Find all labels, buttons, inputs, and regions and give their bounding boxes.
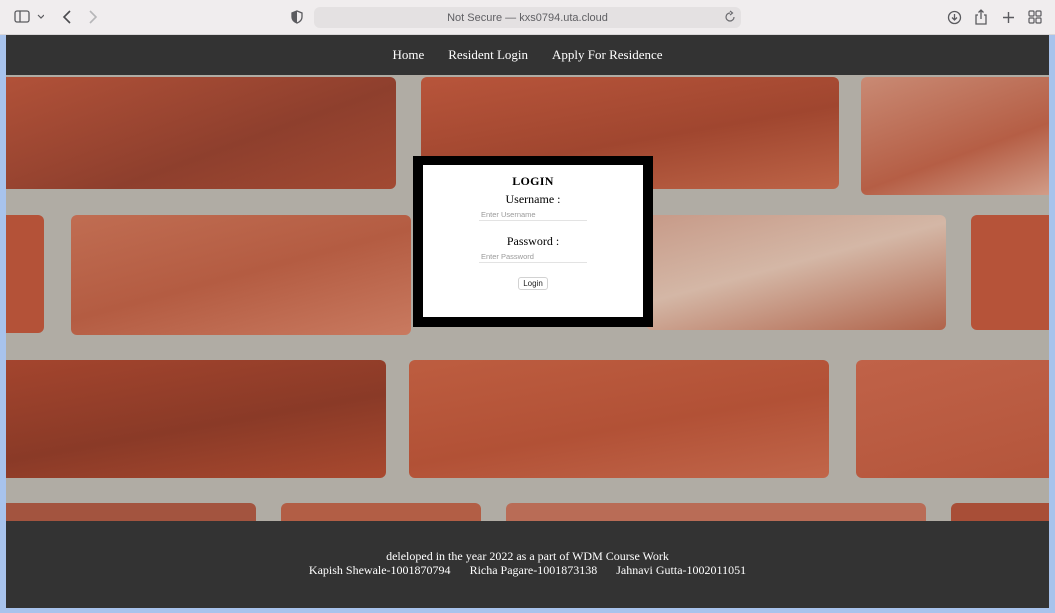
password-label: Password :	[506, 234, 560, 248]
brick	[861, 77, 1049, 195]
login-title: LOGIN	[512, 174, 554, 188]
nav-link-home[interactable]: Home	[380, 47, 436, 63]
login-form: LOGIN Username : Password : Login	[423, 165, 643, 317]
browser-toolbar: Not Secure — kxs0794.uta.cloud	[0, 0, 1055, 35]
web-page: Home Resident Login Apply For Residence …	[6, 35, 1049, 608]
address-bar[interactable]: Not Secure — kxs0794.uta.cloud	[314, 7, 741, 28]
reload-icon[interactable]	[724, 10, 736, 27]
login-card: LOGIN Username : Password : Login	[413, 156, 653, 327]
address-text: Not Secure — kxs0794.uta.cloud	[447, 11, 608, 24]
login-button[interactable]: Login	[518, 277, 548, 290]
brick	[951, 503, 1049, 521]
brick	[409, 360, 829, 478]
footer: deleloped in the year 2022 as a part of …	[6, 521, 1049, 608]
brick	[6, 360, 386, 478]
brick	[971, 215, 1049, 330]
username-label: Username :	[505, 192, 561, 206]
brick	[6, 215, 44, 333]
brick	[506, 503, 926, 521]
brick	[281, 503, 481, 521]
download-icon[interactable]	[946, 7, 962, 27]
shield-icon[interactable]	[290, 7, 304, 27]
nav-link-apply-for-residence[interactable]: Apply For Residence	[540, 47, 674, 63]
footer-author: Jahnavi Gutta-1002011051	[616, 563, 747, 577]
brick	[6, 77, 396, 189]
brick-wall-background: LOGIN Username : Password : Login	[6, 75, 1049, 521]
username-input[interactable]	[479, 208, 587, 221]
footer-author: Kapish Shewale-1001870794	[308, 563, 451, 577]
top-navigation: Home Resident Login Apply For Residence	[6, 35, 1049, 75]
tab-overview-icon[interactable]	[1027, 7, 1043, 27]
nav-link-resident-login[interactable]: Resident Login	[436, 47, 540, 63]
brick	[6, 503, 256, 521]
sidebar-toggle-icon[interactable]	[14, 7, 44, 27]
brick	[71, 215, 411, 335]
back-icon[interactable]	[60, 7, 74, 27]
brick	[646, 215, 946, 330]
brick	[856, 360, 1049, 478]
share-icon[interactable]	[973, 7, 989, 27]
footer-authors: Kapish Shewale-1001870794 Richa Pagare-1…	[6, 563, 1049, 577]
footer-author: Richa Pagare-1001873138	[469, 563, 598, 577]
footer-credit: deleloped in the year 2022 as a part of …	[386, 549, 669, 563]
forward-icon[interactable]	[86, 7, 100, 27]
password-input[interactable]	[479, 250, 587, 263]
new-tab-icon[interactable]	[1000, 7, 1016, 27]
